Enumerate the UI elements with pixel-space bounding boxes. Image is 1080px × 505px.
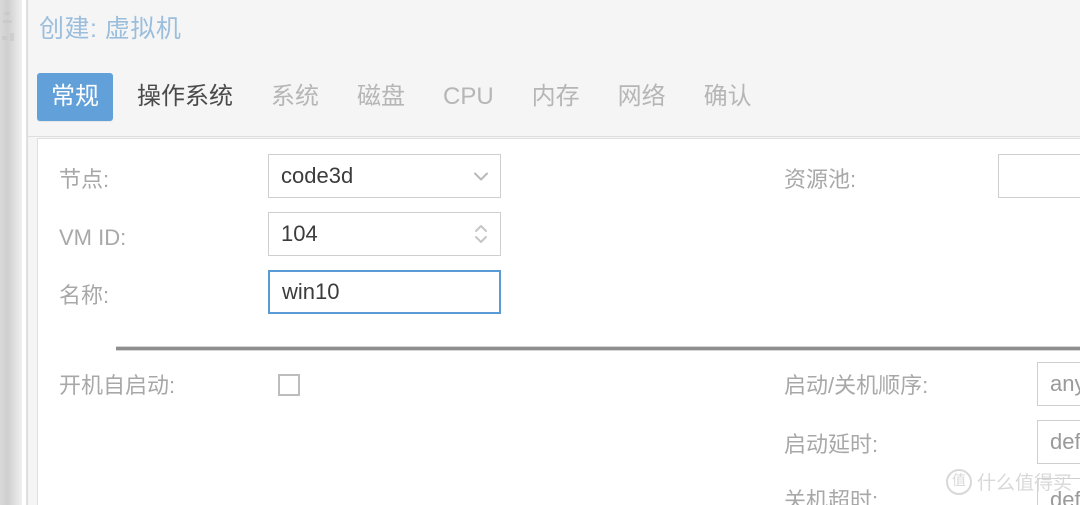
name-value: win10: [282, 279, 340, 304]
node-select[interactable]: code3d: [268, 154, 501, 198]
tab-network[interactable]: 网络: [604, 73, 680, 121]
tab-os[interactable]: 操作系统: [123, 73, 247, 121]
start-order-value: any: [1050, 371, 1080, 396]
startup-delay-label: 启动延时:: [784, 432, 879, 457]
dialog-header: 创建: 虚拟机: [28, 0, 1080, 57]
field-row-start-at-boot: 开机自启动:: [59, 373, 175, 399]
start-at-boot-checkbox[interactable]: [278, 374, 300, 396]
vmid-stepper[interactable]: 104: [268, 212, 501, 256]
field-row-name: 名称:: [59, 283, 109, 309]
field-row-shutdown-timeout: 关机超时:: [784, 488, 878, 505]
pool-label: 资源池:: [784, 167, 857, 192]
field-row-node: 节点:: [59, 167, 109, 193]
tab-disks[interactable]: 磁盘: [343, 73, 419, 121]
field-row-startup-delay: 启动延时:: [784, 432, 878, 458]
start-order-input[interactable]: any: [1037, 362, 1080, 406]
tab-confirm[interactable]: 确认: [690, 73, 766, 121]
background-artifact: [2, 36, 7, 40]
vmid-label: VM ID:: [59, 225, 127, 250]
chevron-down-icon: [474, 172, 488, 181]
tab-memory[interactable]: 内存: [518, 73, 594, 121]
field-row-start-order: 启动/关机顺序:: [784, 373, 928, 399]
background-artifact: [10, 33, 14, 41]
start-at-boot-label: 开机自启动:: [59, 373, 176, 398]
name-input[interactable]: win10: [268, 270, 501, 314]
background-artifact: [4, 12, 10, 15]
node-label: 节点:: [59, 167, 110, 192]
shutdown-timeout-value: default: [1050, 487, 1080, 505]
create-vm-dialog: 创建: 虚拟机 常规 操作系统 系统 磁盘 CPU 内存 网络 确认 节点: c…: [27, 0, 1080, 505]
section-divider: [116, 346, 1080, 351]
field-row-pool: 资源池:: [784, 167, 856, 193]
general-form: 节点: code3d VM ID: 104 名称: win10 开机自启动: 资…: [38, 139, 1080, 505]
wizard-tabbar: 常规 操作系统 系统 磁盘 CPU 内存 网络 确认: [28, 57, 1080, 137]
shutdown-timeout-label: 关机超时:: [784, 488, 879, 505]
name-label: 名称:: [59, 283, 110, 308]
dialog-title: 创建: 虚拟机: [39, 15, 182, 43]
tab-cpu[interactable]: CPU: [429, 73, 508, 121]
startup-delay-input[interactable]: default: [1037, 420, 1080, 464]
background-artifact: [3, 20, 12, 23]
pool-select[interactable]: [998, 154, 1080, 198]
tab-general[interactable]: 常规: [37, 73, 113, 121]
tab-system[interactable]: 系统: [257, 73, 333, 121]
node-value: code3d: [281, 163, 354, 188]
start-order-label: 启动/关机顺序:: [784, 373, 929, 398]
startup-delay-value: default: [1050, 429, 1080, 454]
spinner-updown-icon[interactable]: [474, 222, 488, 246]
shutdown-timeout-input[interactable]: default: [1037, 478, 1080, 505]
vmid-value: 104: [281, 221, 318, 246]
general-tab-panel: 节点: code3d VM ID: 104 名称: win10 开机自启动: 资…: [37, 138, 1080, 505]
screenshot-root: 创建: 虚拟机 常规 操作系统 系统 磁盘 CPU 内存 网络 确认 节点: c…: [0, 0, 1080, 505]
background-page-strip: [0, 0, 22, 505]
field-row-vmid: VM ID:: [59, 225, 126, 251]
